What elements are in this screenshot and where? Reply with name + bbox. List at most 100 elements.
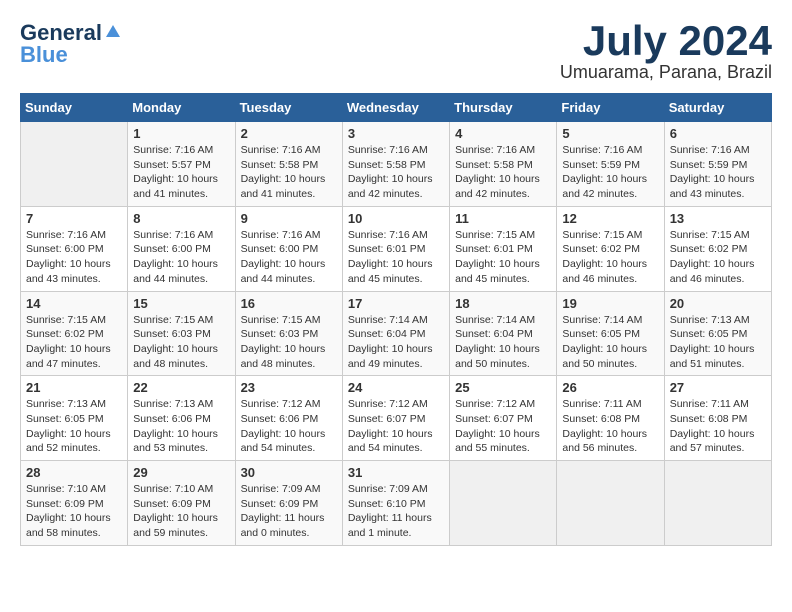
weekday-header: Thursday xyxy=(450,94,557,122)
calendar-week-row: 21 Sunrise: 7:13 AM Sunset: 6:05 PM Dayli… xyxy=(21,376,772,461)
day-number: 21 xyxy=(26,380,122,395)
day-info: Sunrise: 7:16 AM Sunset: 5:58 PM Dayligh… xyxy=(348,143,444,202)
day-info: Sunrise: 7:14 AM Sunset: 6:04 PM Dayligh… xyxy=(455,313,551,372)
logo-blue: Blue xyxy=(20,42,68,68)
day-number: 12 xyxy=(562,211,658,226)
calendar-cell: 27 Sunrise: 7:11 AM Sunset: 6:08 PM Dayli… xyxy=(664,376,771,461)
day-info: Sunrise: 7:16 AM Sunset: 5:58 PM Dayligh… xyxy=(241,143,337,202)
weekday-header: Monday xyxy=(128,94,235,122)
calendar-cell: 20 Sunrise: 7:13 AM Sunset: 6:05 PM Dayli… xyxy=(664,291,771,376)
day-info: Sunrise: 7:10 AM Sunset: 6:09 PM Dayligh… xyxy=(133,482,229,541)
day-number: 2 xyxy=(241,126,337,141)
calendar-cell: 17 Sunrise: 7:14 AM Sunset: 6:04 PM Dayli… xyxy=(342,291,449,376)
calendar-cell: 29 Sunrise: 7:10 AM Sunset: 6:09 PM Dayli… xyxy=(128,461,235,546)
calendar-cell: 30 Sunrise: 7:09 AM Sunset: 6:09 PM Dayli… xyxy=(235,461,342,546)
calendar-cell: 13 Sunrise: 7:15 AM Sunset: 6:02 PM Dayli… xyxy=(664,206,771,291)
calendar-cell: 18 Sunrise: 7:14 AM Sunset: 6:04 PM Dayli… xyxy=(450,291,557,376)
calendar-cell: 11Sunrise: 7:15 AM Sunset: 6:01 PM Dayli… xyxy=(450,206,557,291)
day-number: 24 xyxy=(348,380,444,395)
calendar-cell xyxy=(664,461,771,546)
day-info: Sunrise: 7:14 AM Sunset: 6:05 PM Dayligh… xyxy=(562,313,658,372)
day-number: 13 xyxy=(670,211,766,226)
calendar-cell: 1 Sunrise: 7:16 AM Sunset: 5:57 PM Daylig… xyxy=(128,122,235,207)
calendar-table: SundayMondayTuesdayWednesdayThursdayFrid… xyxy=(20,93,772,546)
day-info: Sunrise: 7:16 AM Sunset: 6:00 PM Dayligh… xyxy=(26,228,122,287)
day-info: Sunrise: 7:15 AM Sunset: 6:02 PM Dayligh… xyxy=(670,228,766,287)
calendar-cell: 15 Sunrise: 7:15 AM Sunset: 6:03 PM Dayli… xyxy=(128,291,235,376)
calendar-cell: 22 Sunrise: 7:13 AM Sunset: 6:06 PM Dayli… xyxy=(128,376,235,461)
calendar-week-row: 28 Sunrise: 7:10 AM Sunset: 6:09 PM Dayli… xyxy=(21,461,772,546)
calendar-week-row: 14Sunrise: 7:15 AM Sunset: 6:02 PM Dayli… xyxy=(21,291,772,376)
day-number: 15 xyxy=(133,296,229,311)
day-info: Sunrise: 7:16 AM Sunset: 6:01 PM Dayligh… xyxy=(348,228,444,287)
weekday-header: Sunday xyxy=(21,94,128,122)
day-number: 29 xyxy=(133,465,229,480)
month-title: July 2024 xyxy=(560,20,772,62)
day-info: Sunrise: 7:13 AM Sunset: 6:06 PM Dayligh… xyxy=(133,397,229,456)
calendar-cell: 14Sunrise: 7:15 AM Sunset: 6:02 PM Dayli… xyxy=(21,291,128,376)
calendar-cell: 3 Sunrise: 7:16 AM Sunset: 5:58 PM Daylig… xyxy=(342,122,449,207)
calendar-cell xyxy=(557,461,664,546)
day-number: 27 xyxy=(670,380,766,395)
day-info: Sunrise: 7:16 AM Sunset: 5:59 PM Dayligh… xyxy=(670,143,766,202)
day-number: 8 xyxy=(133,211,229,226)
day-number: 6 xyxy=(670,126,766,141)
day-info: Sunrise: 7:15 AM Sunset: 6:03 PM Dayligh… xyxy=(133,313,229,372)
logo: General Blue xyxy=(20,20,122,68)
calendar-cell: 10 Sunrise: 7:16 AM Sunset: 6:01 PM Dayli… xyxy=(342,206,449,291)
day-number: 31 xyxy=(348,465,444,480)
weekday-header: Tuesday xyxy=(235,94,342,122)
day-info: Sunrise: 7:16 AM Sunset: 6:00 PM Dayligh… xyxy=(133,228,229,287)
day-info: Sunrise: 7:11 AM Sunset: 6:08 PM Dayligh… xyxy=(670,397,766,456)
day-number: 22 xyxy=(133,380,229,395)
calendar-cell: 31 Sunrise: 7:09 AM Sunset: 6:10 PM Dayli… xyxy=(342,461,449,546)
day-number: 20 xyxy=(670,296,766,311)
day-number: 28 xyxy=(26,465,122,480)
day-info: Sunrise: 7:16 AM Sunset: 5:57 PM Dayligh… xyxy=(133,143,229,202)
calendar-cell: 6 Sunrise: 7:16 AM Sunset: 5:59 PM Daylig… xyxy=(664,122,771,207)
calendar-week-row: 7 Sunrise: 7:16 AM Sunset: 6:00 PM Daylig… xyxy=(21,206,772,291)
day-number: 3 xyxy=(348,126,444,141)
day-info: Sunrise: 7:12 AM Sunset: 6:07 PM Dayligh… xyxy=(348,397,444,456)
location-title: Umuarama, Parana, Brazil xyxy=(560,62,772,83)
calendar-week-row: 1 Sunrise: 7:16 AM Sunset: 5:57 PM Daylig… xyxy=(21,122,772,207)
calendar-cell: 21 Sunrise: 7:13 AM Sunset: 6:05 PM Dayli… xyxy=(21,376,128,461)
day-number: 25 xyxy=(455,380,551,395)
calendar-cell: 8 Sunrise: 7:16 AM Sunset: 6:00 PM Daylig… xyxy=(128,206,235,291)
day-info: Sunrise: 7:15 AM Sunset: 6:02 PM Dayligh… xyxy=(26,313,122,372)
day-info: Sunrise: 7:11 AM Sunset: 6:08 PM Dayligh… xyxy=(562,397,658,456)
calendar-cell: 2 Sunrise: 7:16 AM Sunset: 5:58 PM Daylig… xyxy=(235,122,342,207)
calendar-cell: 25Sunrise: 7:12 AM Sunset: 6:07 PM Dayli… xyxy=(450,376,557,461)
calendar-cell xyxy=(450,461,557,546)
day-info: Sunrise: 7:14 AM Sunset: 6:04 PM Dayligh… xyxy=(348,313,444,372)
calendar-cell: 12Sunrise: 7:15 AM Sunset: 6:02 PM Dayli… xyxy=(557,206,664,291)
calendar-cell xyxy=(21,122,128,207)
day-info: Sunrise: 7:10 AM Sunset: 6:09 PM Dayligh… xyxy=(26,482,122,541)
weekday-header: Friday xyxy=(557,94,664,122)
calendar-cell: 28 Sunrise: 7:10 AM Sunset: 6:09 PM Dayli… xyxy=(21,461,128,546)
weekday-header: Wednesday xyxy=(342,94,449,122)
day-info: Sunrise: 7:16 AM Sunset: 5:58 PM Dayligh… xyxy=(455,143,551,202)
day-number: 9 xyxy=(241,211,337,226)
calendar-cell: 23 Sunrise: 7:12 AM Sunset: 6:06 PM Dayli… xyxy=(235,376,342,461)
day-info: Sunrise: 7:13 AM Sunset: 6:05 PM Dayligh… xyxy=(670,313,766,372)
day-number: 10 xyxy=(348,211,444,226)
day-info: Sunrise: 7:13 AM Sunset: 6:05 PM Dayligh… xyxy=(26,397,122,456)
day-info: Sunrise: 7:09 AM Sunset: 6:10 PM Dayligh… xyxy=(348,482,444,541)
day-number: 17 xyxy=(348,296,444,311)
logo-icon xyxy=(104,23,122,41)
day-info: Sunrise: 7:09 AM Sunset: 6:09 PM Dayligh… xyxy=(241,482,337,541)
day-info: Sunrise: 7:16 AM Sunset: 5:59 PM Dayligh… xyxy=(562,143,658,202)
day-info: Sunrise: 7:16 AM Sunset: 6:00 PM Dayligh… xyxy=(241,228,337,287)
calendar-cell: 16Sunrise: 7:15 AM Sunset: 6:03 PM Dayli… xyxy=(235,291,342,376)
day-number: 18 xyxy=(455,296,551,311)
day-number: 23 xyxy=(241,380,337,395)
day-number: 5 xyxy=(562,126,658,141)
day-info: Sunrise: 7:12 AM Sunset: 6:06 PM Dayligh… xyxy=(241,397,337,456)
day-number: 1 xyxy=(133,126,229,141)
day-number: 7 xyxy=(26,211,122,226)
calendar-cell: 5 Sunrise: 7:16 AM Sunset: 5:59 PM Daylig… xyxy=(557,122,664,207)
day-number: 30 xyxy=(241,465,337,480)
calendar-cell: 7 Sunrise: 7:16 AM Sunset: 6:00 PM Daylig… xyxy=(21,206,128,291)
calendar-cell: 26Sunrise: 7:11 AM Sunset: 6:08 PM Dayli… xyxy=(557,376,664,461)
